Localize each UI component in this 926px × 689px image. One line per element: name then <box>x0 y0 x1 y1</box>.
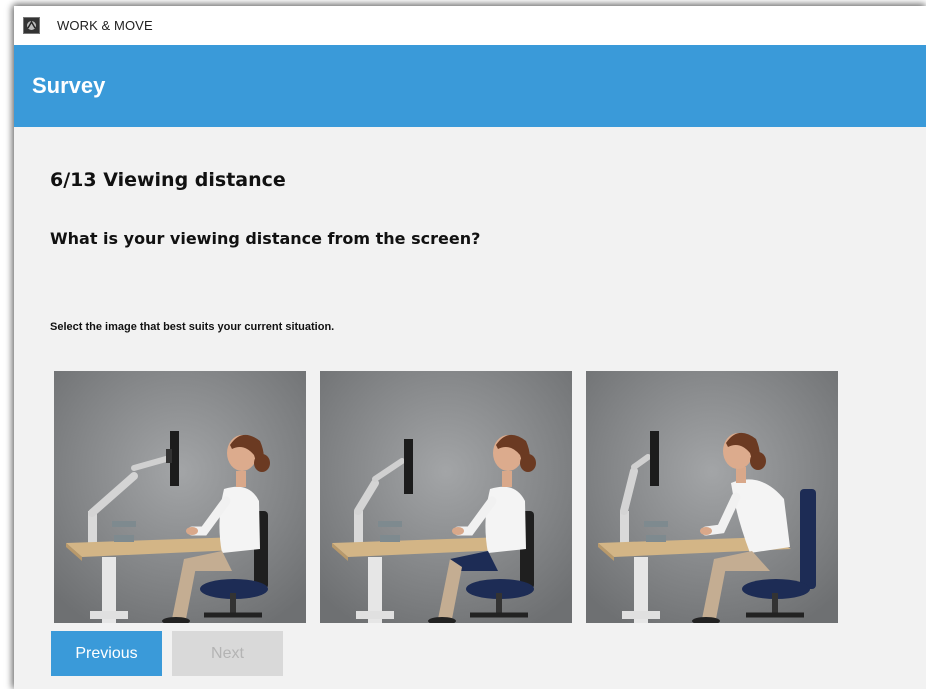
app-window: WORK & MOVE Survey 6/13 Viewing distance… <box>14 6 926 689</box>
image-option-far[interactable] <box>54 371 306 623</box>
work-and-move-logo-icon <box>23 17 40 34</box>
image-option-medium[interactable] <box>320 371 572 623</box>
question-text: What is your viewing distance from the s… <box>50 229 481 248</box>
instruction-text: Select the image that best suits your cu… <box>50 321 335 333</box>
step-title: 6/13 Viewing distance <box>50 169 286 191</box>
image-option-close[interactable] <box>586 371 838 623</box>
image-options <box>54 371 854 623</box>
app-title: WORK & MOVE <box>57 18 153 33</box>
survey-content: 6/13 Viewing distance What is your viewi… <box>14 127 926 689</box>
previous-button[interactable]: Previous <box>51 631 162 676</box>
page-header: Survey <box>14 45 926 127</box>
next-button[interactable]: Next <box>172 631 283 676</box>
page-title: Survey <box>32 73 106 98</box>
title-bar: WORK & MOVE <box>14 6 926 45</box>
